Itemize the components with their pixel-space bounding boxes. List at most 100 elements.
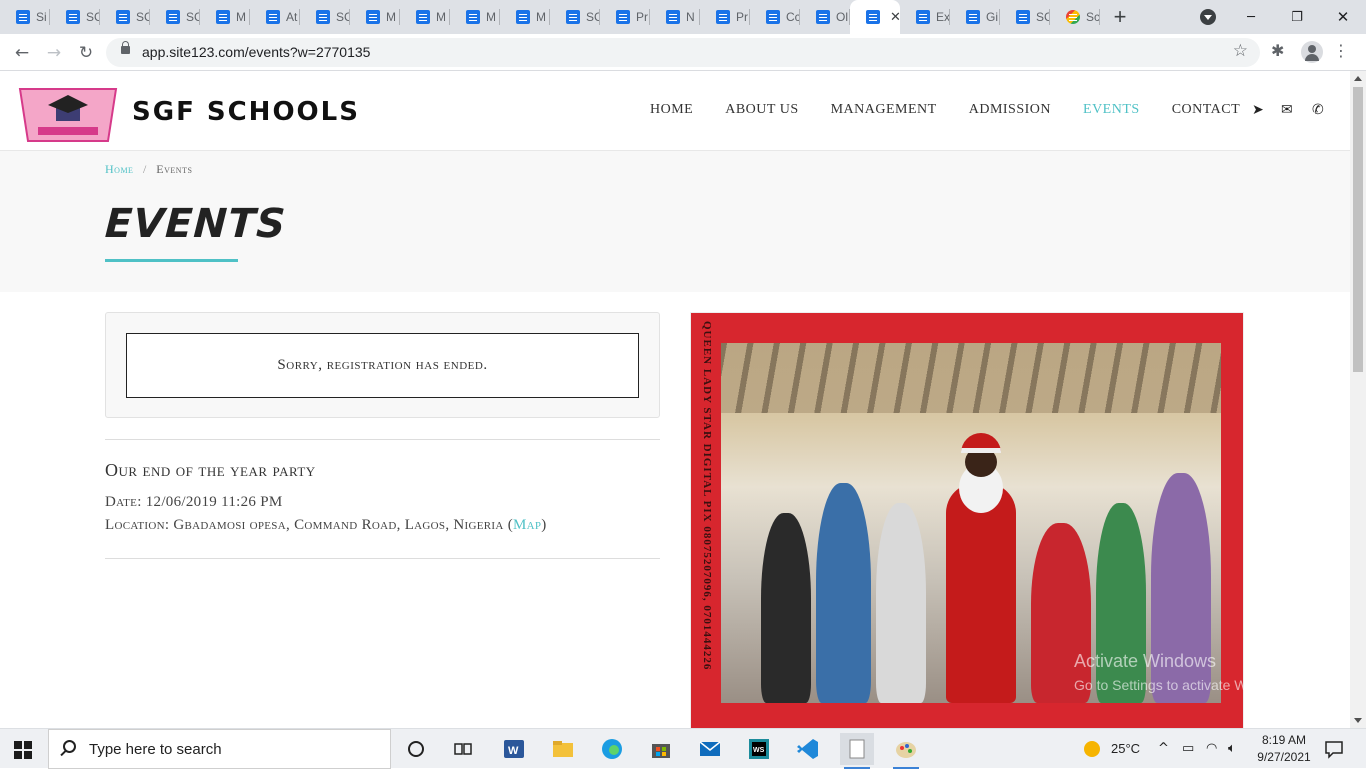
- browser-tab[interactable]: SC: [150, 0, 200, 34]
- wifi-icon[interactable]: ◠: [1206, 741, 1217, 756]
- browser-tab[interactable]: M: [350, 0, 400, 34]
- tab-title: SC: [336, 10, 350, 24]
- browser-tab[interactable]: M: [200, 0, 250, 34]
- new-tab-icon[interactable]: +: [1100, 0, 1140, 34]
- nav-events[interactable]: EVENTS: [1083, 102, 1140, 118]
- taskbar-search[interactable]: Type here to search: [48, 729, 391, 769]
- browser-tab[interactable]: M: [500, 0, 550, 34]
- browser-tab[interactable]: N: [650, 0, 700, 34]
- windows-start-icon[interactable]: [14, 741, 32, 759]
- browser-tab[interactable]: ✕: [850, 0, 901, 34]
- page-scrollbar[interactable]: [1350, 71, 1366, 728]
- page-title-band: Home / Events EVENTS: [0, 151, 1350, 292]
- tab-title: Cc: [786, 10, 800, 24]
- breadcrumb: Home / Events: [105, 162, 192, 177]
- browser-tab[interactable]: SC: [1000, 0, 1050, 34]
- mail-icon[interactable]: [693, 733, 727, 765]
- event-location: Location: Gbadamosi opesa, Command Road,…: [105, 517, 547, 534]
- map-link[interactable]: Map: [513, 517, 541, 533]
- nav-about-us[interactable]: ABOUT US: [725, 102, 798, 118]
- tab-favicon-icon: [1016, 10, 1030, 24]
- tab-favicon-icon: [566, 10, 580, 24]
- phone-icon[interactable]: ✆: [1312, 102, 1324, 118]
- weather-sun-icon[interactable]: [1082, 739, 1102, 759]
- browser-tab[interactable]: Sc: [1050, 0, 1100, 34]
- school-logo[interactable]: [18, 83, 118, 145]
- divider: [105, 558, 660, 559]
- profile-avatar[interactable]: [1301, 41, 1323, 63]
- taskbar-search-placeholder: Type here to search: [89, 741, 222, 758]
- envelope-icon[interactable]: ✉: [1281, 102, 1293, 118]
- browser-tab[interactable]: Ex: [900, 0, 950, 34]
- browser-tab[interactable]: Gi: [950, 0, 1000, 34]
- event-location-value: Gbadamosi opesa, Command Road, Lagos, Ni…: [173, 517, 504, 533]
- vscode-icon[interactable]: [791, 733, 825, 765]
- scroll-thumb[interactable]: [1353, 87, 1363, 372]
- menu-kebab-icon[interactable]: ⋮: [1333, 41, 1349, 60]
- tab-title: M: [386, 10, 396, 24]
- volume-icon[interactable]: 🔈︎: [1228, 741, 1236, 756]
- browser-tab[interactable]: Pr: [600, 0, 650, 34]
- maximize-icon[interactable]: ❐: [1274, 0, 1320, 34]
- browser-tab[interactable]: Si: [0, 0, 50, 34]
- nav-management[interactable]: MANAGEMENT: [831, 102, 937, 118]
- photo-scene: [721, 343, 1221, 703]
- tab-favicon-icon: [966, 10, 980, 24]
- browser-tab[interactable]: Cc: [750, 0, 800, 34]
- photo-figure: [761, 513, 811, 703]
- tray-chevron-icon[interactable]: ^: [1158, 741, 1169, 756]
- word-icon[interactable]: W: [497, 733, 531, 765]
- extensions-icon[interactable]: ✱: [1271, 41, 1284, 60]
- bookmark-star-icon[interactable]: ☆: [1233, 41, 1248, 61]
- page-viewport: SGF SCHOOLS HOME ABOUT US MANAGEMENT ADM…: [0, 71, 1350, 728]
- nav-home[interactable]: HOME: [650, 102, 693, 118]
- webstorm-icon[interactable]: WS: [742, 733, 776, 765]
- notepad-icon[interactable]: [840, 733, 874, 769]
- browser-toolbar: ← → ↻ app.site123.com/events?w=2770135 ☆…: [0, 34, 1366, 71]
- nav-contact[interactable]: CONTACT: [1172, 102, 1241, 118]
- paint-icon[interactable]: [889, 733, 923, 769]
- browser-tab[interactable]: SC: [550, 0, 600, 34]
- store-icon[interactable]: [644, 733, 678, 765]
- scroll-down-icon[interactable]: [1354, 718, 1362, 723]
- tab-favicon-icon: [716, 10, 730, 24]
- file-explorer-icon[interactable]: [546, 733, 580, 765]
- tab-title: SC: [86, 10, 100, 24]
- browser-tab[interactable]: Pr: [700, 0, 750, 34]
- browser-tab[interactable]: M: [400, 0, 450, 34]
- browser-tab[interactable]: SC: [300, 0, 350, 34]
- tab-favicon-icon: [916, 10, 930, 24]
- registration-notice-box: Sorry, registration has ended.: [105, 312, 660, 418]
- tab-favicon-icon: [816, 10, 830, 24]
- browser-tab[interactable]: At: [250, 0, 300, 34]
- browser-tab[interactable]: Ol: [800, 0, 850, 34]
- browser-tab[interactable]: SC: [50, 0, 100, 34]
- tab-favicon-icon: [516, 10, 530, 24]
- back-icon[interactable]: ←: [10, 41, 34, 65]
- browser-tab[interactable]: SC: [100, 0, 150, 34]
- weather-temperature[interactable]: 25°C: [1111, 741, 1140, 756]
- close-window-icon[interactable]: ✕: [1320, 0, 1366, 34]
- browser-tab[interactable]: M: [450, 0, 500, 34]
- scroll-up-icon[interactable]: [1354, 76, 1362, 81]
- tab-favicon-icon: [616, 10, 630, 24]
- task-view-icon[interactable]: [446, 733, 480, 765]
- nav-admission[interactable]: ADMISSION: [969, 102, 1051, 118]
- cortana-icon[interactable]: [399, 733, 433, 765]
- tab-title: Pr: [736, 10, 748, 24]
- notifications-icon[interactable]: [1324, 739, 1344, 759]
- breadcrumb-home[interactable]: Home: [105, 162, 133, 176]
- edge-icon[interactable]: [595, 733, 629, 765]
- tab-favicon-icon: [166, 10, 180, 24]
- battery-icon[interactable]: ▭: [1182, 741, 1194, 756]
- reload-icon[interactable]: ↻: [74, 41, 98, 65]
- location-arrow-icon[interactable]: ➤: [1252, 102, 1264, 118]
- tab-search-icon[interactable]: [1200, 9, 1216, 25]
- taskbar-clock[interactable]: 8:19 AM 9/27/2021: [1254, 732, 1314, 766]
- minimize-icon[interactable]: ─: [1228, 0, 1274, 34]
- brand-name[interactable]: SGF SCHOOLS: [132, 97, 360, 127]
- address-bar[interactable]: app.site123.com/events?w=2770135 ☆: [106, 38, 1260, 67]
- tab-title: Sc: [1086, 10, 1100, 24]
- tab-title: SC: [186, 10, 200, 24]
- forward-icon[interactable]: →: [42, 41, 66, 65]
